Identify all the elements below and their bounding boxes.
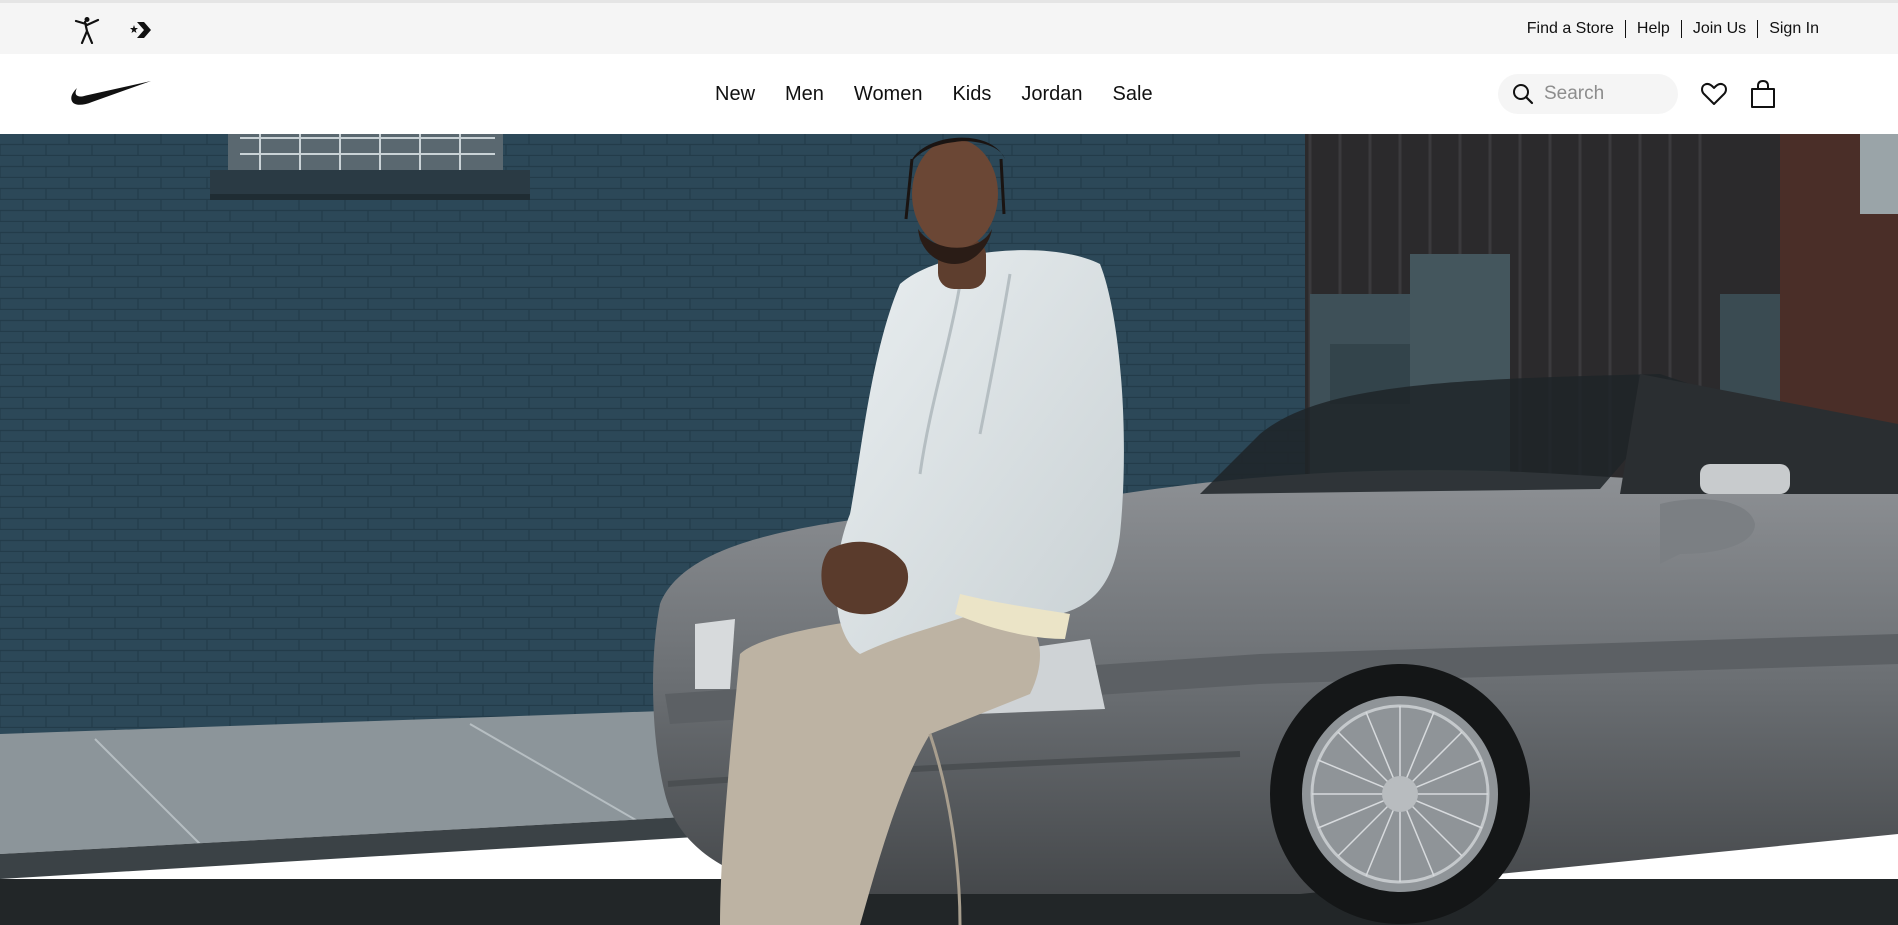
converse-star-chevron-icon[interactable] xyxy=(124,16,156,44)
primary-menu: New Men Women Kids Jordan Sale xyxy=(715,54,1153,134)
search-box[interactable] xyxy=(1498,74,1678,114)
help-link[interactable]: Help xyxy=(1626,20,1681,38)
nav-item-women[interactable]: Women xyxy=(854,83,923,106)
hero-photo-illustration xyxy=(0,134,1898,925)
brand-icons xyxy=(70,16,156,45)
jordan-jumpman-icon[interactable] xyxy=(70,16,102,45)
search-input[interactable] xyxy=(1544,83,1664,105)
bag-icon[interactable] xyxy=(1749,79,1777,109)
hero-image[interactable] xyxy=(0,134,1898,925)
main-nav: New Men Women Kids Jordan Sale xyxy=(0,54,1898,134)
utility-bar: Find a Store Help Join Us Sign In xyxy=(0,3,1898,54)
heart-icon[interactable] xyxy=(1700,80,1728,108)
nike-swoosh-icon[interactable] xyxy=(70,79,152,109)
search-icon[interactable] xyxy=(1512,83,1534,105)
nav-item-kids[interactable]: Kids xyxy=(952,83,991,106)
nav-item-men[interactable]: Men xyxy=(785,83,824,106)
nav-item-sale[interactable]: Sale xyxy=(1113,83,1153,106)
nav-item-new[interactable]: New xyxy=(715,83,755,106)
join-us-link[interactable]: Join Us xyxy=(1682,20,1757,38)
sign-in-link[interactable]: Sign In xyxy=(1758,20,1830,38)
nav-item-jordan[interactable]: Jordan xyxy=(1021,83,1082,106)
find-a-store-link[interactable]: Find a Store xyxy=(1516,20,1625,38)
utility-links: Find a Store Help Join Us Sign In xyxy=(1516,3,1830,54)
